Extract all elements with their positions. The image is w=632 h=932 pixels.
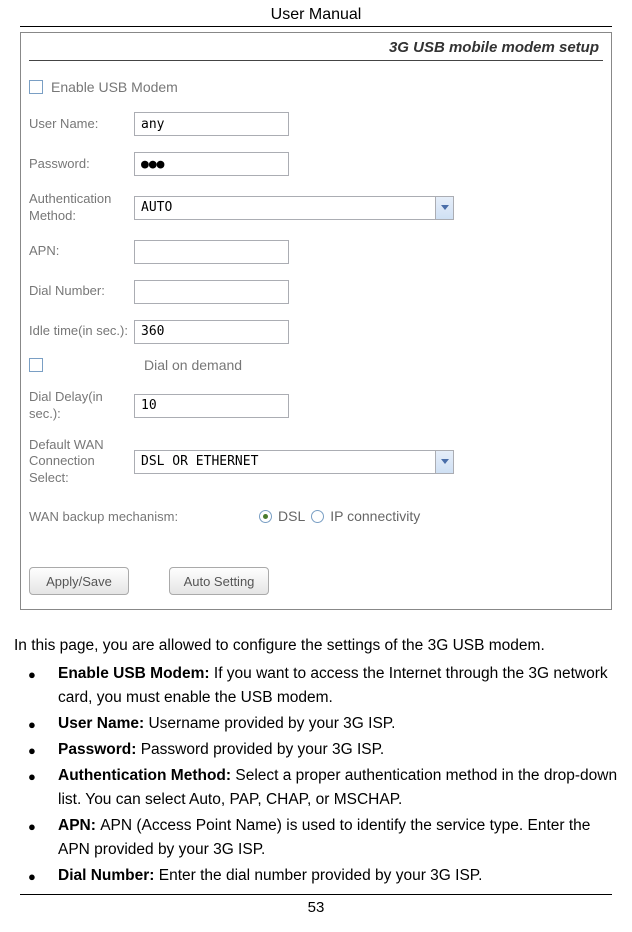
dial-delay-row: Dial Delay(in sec.): 10 <box>29 387 603 425</box>
panel-title: 3G USB mobile modem setup <box>29 37 603 61</box>
apply-save-button[interactable]: Apply/Save <box>29 567 129 595</box>
apn-input[interactable] <box>134 240 289 264</box>
dial-on-demand-checkbox[interactable] <box>29 358 43 372</box>
doc-body: In this page, you are allowed to configu… <box>14 634 618 888</box>
list-item: Dial Number: Enter the dial number provi… <box>58 864 618 888</box>
dial-on-demand-row: Dial on demand <box>29 357 603 373</box>
password-input[interactable]: ●●● <box>134 152 289 176</box>
list-item: Enable USB Modem: If you want to access … <box>58 662 618 710</box>
auth-method-select[interactable]: AUTO <box>134 196 454 220</box>
default-wan-select[interactable]: DSL OR ETHERNET <box>134 450 454 474</box>
wan-backup-label: WAN backup mechanism: <box>29 509 259 524</box>
dial-number-row: Dial Number: <box>29 277 603 307</box>
chevron-down-icon <box>435 197 453 219</box>
page-number: 53 <box>20 894 612 916</box>
default-wan-value: DSL OR ETHERNET <box>141 454 258 469</box>
enable-usb-label: Enable USB Modem <box>51 79 178 95</box>
idle-time-label: Idle time(in sec.): <box>29 321 134 342</box>
enable-usb-checkbox[interactable] <box>29 80 43 94</box>
doc-list: Enable USB Modem: If you want to access … <box>14 662 618 888</box>
username-label: User Name: <box>29 116 134 133</box>
dial-number-label: Dial Number: <box>29 283 134 300</box>
password-row: Password: ●●● <box>29 149 603 179</box>
list-item: Authentication Method: Select a proper a… <box>58 764 618 812</box>
modem-setup-panel: 3G USB mobile modem setup Enable USB Mod… <box>20 32 612 610</box>
wan-backup-radio-group: DSL IP connectivity <box>259 508 420 524</box>
list-item: User Name: Username provided by your 3G … <box>58 712 618 736</box>
auth-method-value: AUTO <box>141 200 172 215</box>
username-input[interactable]: any <box>134 112 289 136</box>
auth-method-label: Authentication Method: <box>29 189 134 227</box>
ip-radio[interactable] <box>311 510 324 523</box>
button-row: Apply/Save Auto Setting <box>29 567 603 595</box>
dial-delay-input[interactable]: 10 <box>134 394 289 418</box>
wan-backup-row: WAN backup mechanism: DSL IP connectivit… <box>29 501 603 531</box>
idle-time-input[interactable]: 360 <box>134 320 289 344</box>
auth-method-row: Authentication Method: AUTO <box>29 189 603 227</box>
dial-on-demand-label: Dial on demand <box>144 357 242 373</box>
apn-label: APN: <box>29 243 134 260</box>
password-label: Password: <box>29 156 134 173</box>
list-item: APN: APN (Access Point Name) is used to … <box>58 814 618 862</box>
ip-radio-label: IP connectivity <box>330 508 420 524</box>
dsl-radio-label: DSL <box>278 508 305 524</box>
chevron-down-icon <box>435 451 453 473</box>
auto-setting-button[interactable]: Auto Setting <box>169 567 269 595</box>
page-header: User Manual <box>20 0 612 27</box>
dial-delay-label: Dial Delay(in sec.): <box>29 387 134 425</box>
dial-number-input[interactable] <box>134 280 289 304</box>
doc-intro: In this page, you are allowed to configu… <box>14 634 618 658</box>
dsl-radio[interactable] <box>259 510 272 523</box>
idle-time-row: Idle time(in sec.): 360 <box>29 317 603 347</box>
enable-usb-row: Enable USB Modem <box>29 79 603 95</box>
list-item: Password: Password provided by your 3G I… <box>58 738 618 762</box>
default-wan-row: Default WAN Connection Select: DSL OR ET… <box>29 435 603 490</box>
default-wan-label: Default WAN Connection Select: <box>29 435 134 490</box>
apn-row: APN: <box>29 237 603 267</box>
username-row: User Name: any <box>29 109 603 139</box>
